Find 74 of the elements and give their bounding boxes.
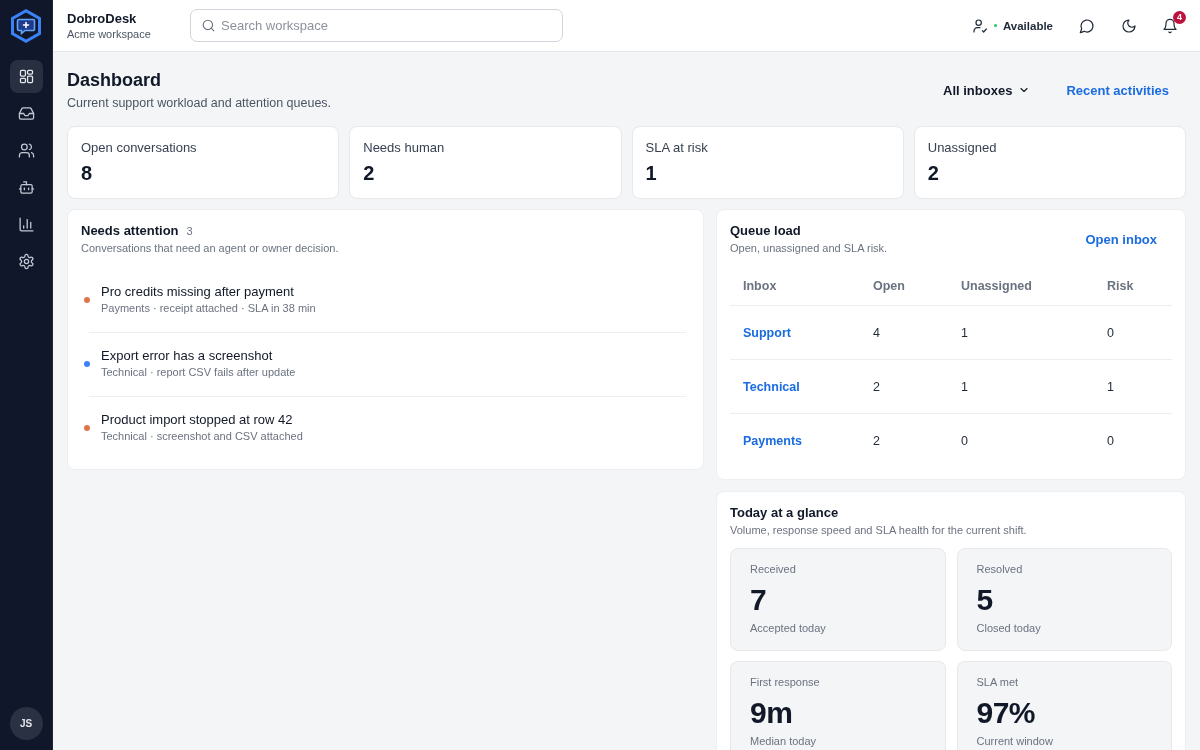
table-cell-text: 1 — [1106, 379, 1114, 394]
metric-note: Closed today — [976, 621, 1042, 635]
column-header: Inbox — [742, 279, 777, 293]
metric-value: 97% — [976, 696, 1037, 730]
sidebar-nav-button[interactable] — [9, 60, 43, 93]
stat-label: Unassigned — [927, 140, 998, 156]
inbox-link[interactable]: Support — [730, 325, 791, 340]
metric-label: First response — [750, 675, 821, 689]
brand-name: DobroDesk — [67, 10, 138, 27]
stat-value: 1 — [645, 161, 658, 185]
moon-icon[interactable] — [1121, 17, 1137, 34]
metric-value: 7 — [750, 583, 768, 617]
stat-label: SLA at risk — [645, 140, 709, 156]
conversation-meta: Technical · screenshot and CSV attached — [101, 429, 303, 443]
user-avatar[interactable]: JS — [9, 707, 43, 740]
metric-note: Current window — [976, 734, 1054, 748]
panel-title: Today at a glance — [730, 505, 840, 521]
table-cell-text: 1 — [960, 379, 968, 394]
inbox-link[interactable]: Technical — [730, 379, 800, 394]
column-header: Risk — [1106, 279, 1134, 293]
metric-note: Median today — [750, 734, 818, 748]
conversation-meta: Technical · report CSV fails after update — [101, 365, 296, 379]
open-inbox-link[interactable]: Open inbox — [1085, 231, 1157, 247]
attention-count: 3 — [186, 225, 193, 237]
stat-value: 8 — [81, 161, 94, 185]
table-cell-text: 0 — [960, 434, 968, 448]
metric-label: Received — [750, 562, 797, 576]
conversation-title[interactable]: Pro credits missing after payment — [101, 284, 316, 300]
logo-icon — [8, 8, 44, 44]
table-cell-text: 2 — [872, 434, 880, 448]
person-check-icon[interactable] — [971, 17, 988, 34]
page-subtitle: Current support workload and attention queues. — [67, 95, 332, 112]
stat-label: Open conversations — [81, 140, 198, 156]
column-header: Open — [872, 279, 905, 293]
metric-label: Resolved — [976, 562, 1024, 576]
availability-status[interactable]: Available — [1002, 19, 1053, 32]
metric-label: SLA met — [976, 675, 1020, 689]
notification-count: 4 — [1173, 10, 1186, 24]
table-cell-text: 0 — [1106, 325, 1114, 340]
panel-subtitle: Conversations that need an agent or owner decision. — [81, 241, 340, 255]
search-field[interactable]: Search workspace — [190, 9, 563, 42]
panel-subtitle: Volume, response speed and SLA health for the current shift. — [730, 523, 1028, 537]
page-title: Dashboard — [67, 69, 163, 92]
table-cell-text: 1 — [960, 325, 968, 340]
search-icon — [201, 18, 216, 33]
table-cell-text: 0 — [1106, 434, 1114, 448]
metric-value: 5 — [976, 583, 994, 617]
panel-title: Queue load — [730, 223, 802, 239]
bar-chart-icon — [17, 216, 35, 233]
inbox-filter-dropdown[interactable]: All inboxes — [943, 82, 1031, 98]
settings-icon — [17, 253, 35, 270]
inbox-link[interactable]: Payments — [730, 434, 803, 448]
conversation-title[interactable]: Product import stopped at row 42 — [101, 412, 303, 428]
panel-title: Needs attention — [81, 223, 179, 239]
robot-icon — [17, 179, 35, 196]
bell-icon[interactable] — [1162, 17, 1178, 34]
metric-value: 9m — [750, 696, 794, 730]
status-dot-icon — [993, 24, 997, 27]
stat-label: Needs human — [363, 140, 446, 156]
inbox-tray-icon — [17, 105, 35, 122]
recent-activities-link[interactable]: Recent activities — [1066, 82, 1169, 98]
grid-icon — [17, 68, 35, 85]
chat-bubble-icon[interactable] — [1079, 17, 1095, 34]
people-icon — [17, 142, 35, 159]
metric-note: Accepted today — [750, 621, 827, 635]
table-cell-text: 4 — [872, 325, 880, 340]
table-cell-text: 2 — [872, 379, 880, 394]
panel-subtitle: Open, unassigned and SLA risk. — [730, 241, 888, 255]
workspace-name: Acme workspace — [67, 26, 152, 41]
conversation-title[interactable]: Export error has a screenshot — [101, 348, 296, 364]
column-header: Unassigned — [960, 279, 1032, 293]
stat-value: 2 — [927, 161, 940, 185]
stat-value: 2 — [363, 161, 376, 185]
conversation-meta: Payments · receipt attached · SLA in 38 min — [101, 301, 316, 315]
